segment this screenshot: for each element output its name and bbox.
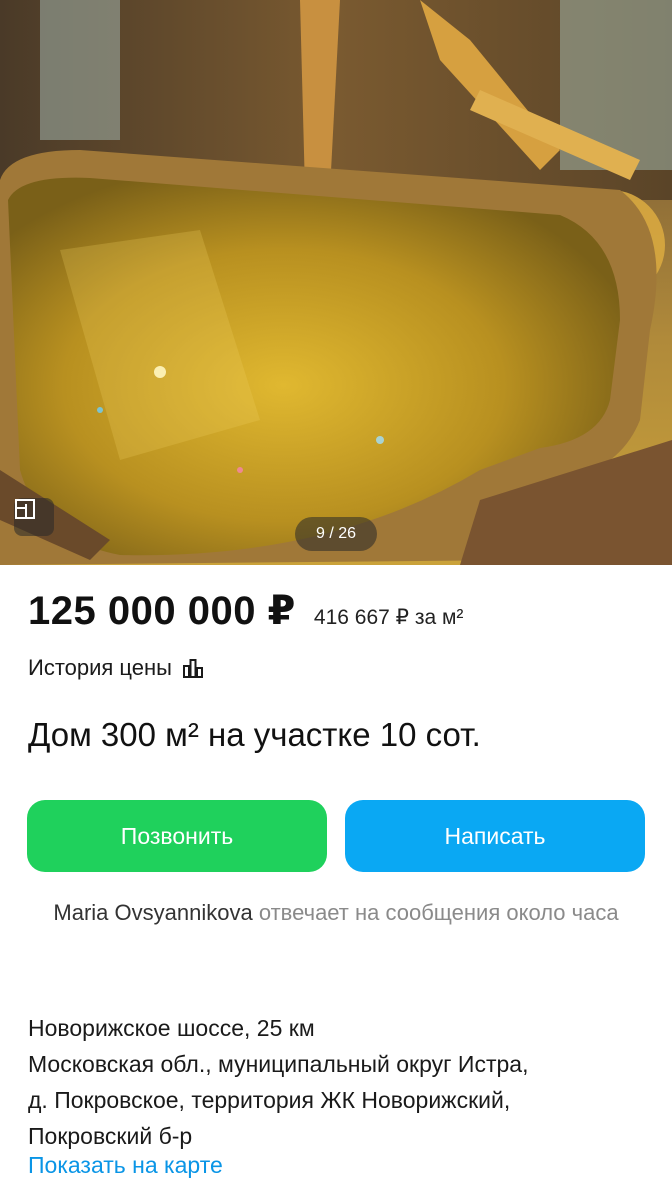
seller-response-info: Maria Ovsyannikova отвечает на сообщения… [40,896,632,929]
seller-response-text: отвечает на сообщения около часа [258,900,619,925]
call-button[interactable]: Позвонить [27,800,327,872]
bar-chart-icon [182,659,203,678]
price-per-m2: 416 667 ₽ за м² [313,606,464,629]
address-line: Покровский б-р [28,1123,193,1149]
address-block: Новорижское шоссе, 25 км Московская обл.… [28,1010,648,1154]
photo-counter: 9 / 26 [295,517,377,551]
listing-title: Дом 300 м² на участке 10 сот. [28,716,481,753]
floor-plan-button[interactable] [14,498,54,536]
write-button[interactable]: Написать [345,800,645,872]
address-line: Московская обл., муниципальный округ Ист… [28,1051,529,1077]
price-row: 125 000 000 ₽ 416 667 ₽ за м² [28,588,463,634]
floor-plan-icon [15,499,35,519]
seller-name[interactable]: Maria Ovsyannikova [53,900,252,925]
listing-photo[interactable]: 9 / 26 [0,0,672,565]
highway-distance: Новорижское шоссе, 25 км [28,1015,315,1041]
pool-photo-image [0,0,672,565]
price-history-link[interactable]: История цены [28,655,204,681]
show-on-map-link[interactable]: Показать на карте [28,1152,223,1179]
address-line: д. Покровское, территория ЖК Новорижский… [28,1087,511,1113]
price-history-label: История цены [28,655,172,680]
price: 125 000 000 ₽ [28,589,296,633]
